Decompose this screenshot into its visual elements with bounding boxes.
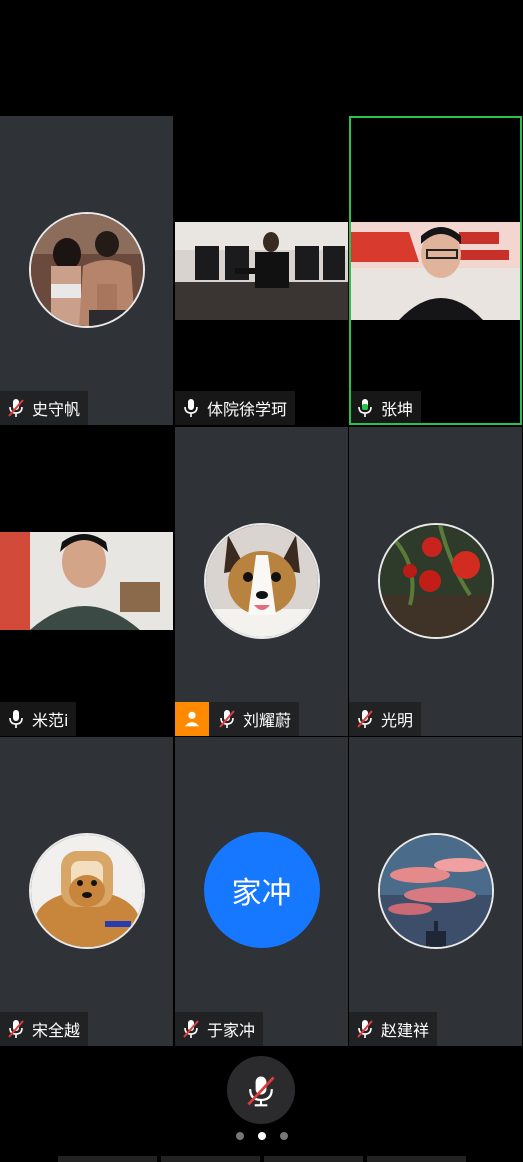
participant-name-label: 米范i — [0, 702, 77, 736]
page-dot-active[interactable] — [257, 1132, 266, 1140]
participant-name-label: 史守帆 — [0, 391, 89, 425]
participant-name-label: 体院徐学珂 — [175, 391, 296, 425]
participant-name: 光明 — [381, 711, 414, 730]
participant-name: 于家冲 — [207, 1021, 256, 1040]
tomato-plant-avatar — [379, 525, 492, 637]
participant-name-label: 光明 — [349, 702, 422, 736]
participant-name-label: 赵建祥 — [349, 1012, 438, 1046]
bread-dog-avatar — [30, 835, 143, 947]
participant-grid: 史守帆 体院徐学珂 张坤 米范i 刘耀蔚 光明 宋全越 家冲 于家冲 赵建祥 — [0, 116, 523, 1046]
page-dot[interactable] — [279, 1132, 288, 1140]
participant-tile-4[interactable]: 米范i — [0, 427, 173, 736]
video-feed — [351, 222, 520, 320]
mic-speaking-icon — [355, 397, 375, 419]
video-feed — [0, 532, 173, 630]
participant-name: 张坤 — [381, 400, 414, 419]
participant-tile-8[interactable]: 家冲 于家冲 — [175, 737, 348, 1046]
participant-tile-5[interactable]: 刘耀蔚 — [175, 427, 348, 736]
mic-icon — [6, 708, 26, 730]
sunset-sky-avatar — [379, 835, 492, 947]
fitness-selfie-avatar — [30, 214, 143, 326]
participant-name-label: 宋全越 — [0, 1012, 89, 1046]
control-bar — [0, 1046, 523, 1162]
text-avatar: 家冲 — [203, 832, 320, 948]
mic-muted-icon — [181, 1018, 201, 1040]
participant-tile-3[interactable]: 张坤 — [349, 116, 522, 425]
page-dot[interactable] — [235, 1132, 244, 1140]
bottom-nav-strip — [58, 1156, 466, 1162]
corgi-dog-avatar — [205, 525, 318, 637]
mic-icon — [181, 397, 201, 419]
video-feed — [175, 222, 348, 320]
mic-muted-icon — [355, 708, 375, 730]
participant-name: 体院徐学珂 — [207, 400, 288, 419]
participant-avatar — [28, 833, 145, 949]
participant-tile-2[interactable]: 体院徐学珂 — [175, 116, 348, 425]
mic-muted-icon — [6, 397, 26, 419]
mic-muted-icon — [247, 1076, 275, 1107]
participant-name-label: 于家冲 — [175, 1012, 264, 1046]
mic-muted-icon — [217, 708, 237, 730]
mic-muted-icon — [355, 1018, 375, 1040]
participant-name-label: 张坤 — [351, 391, 422, 423]
mic-toggle-button[interactable] — [227, 1056, 295, 1124]
participant-tile-9[interactable]: 赵建祥 — [349, 737, 522, 1046]
participant-name: 宋全越 — [32, 1021, 81, 1040]
host-badge — [175, 702, 209, 736]
participant-tile-1[interactable]: 史守帆 — [0, 116, 173, 425]
participant-avatar — [28, 212, 145, 328]
participant-name: 赵建祥 — [381, 1021, 430, 1040]
participant-avatar — [377, 523, 494, 639]
participant-name: 米范i — [32, 711, 69, 730]
participant-name-label: 刘耀蔚 — [175, 702, 300, 736]
participant-avatar — [377, 833, 494, 949]
participant-name: 刘耀蔚 — [243, 711, 292, 730]
participant-name: 史守帆 — [32, 400, 81, 419]
participant-avatar — [203, 523, 320, 639]
participant-tile-7[interactable]: 宋全越 — [0, 737, 173, 1046]
page-indicator[interactable] — [0, 1132, 523, 1140]
participant-tile-6[interactable]: 光明 — [349, 427, 522, 736]
mic-muted-icon — [6, 1018, 26, 1040]
